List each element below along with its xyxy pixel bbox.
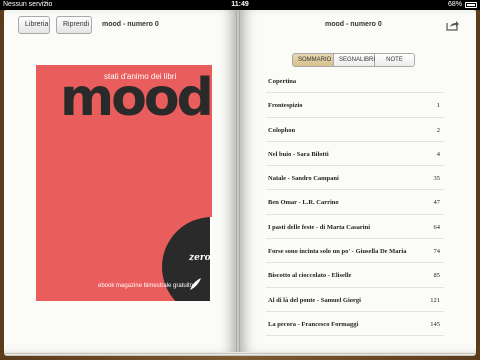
toc-item[interactable]: Nel buio - Sara Bilotti 4	[266, 142, 444, 167]
book-gutter	[236, 10, 240, 352]
toc-item[interactable]: Ben Omar - L.R. Carrino 47	[266, 190, 444, 215]
toc-tab-bar: SOMMARIO SEGNALIBRI NOTE	[292, 53, 415, 67]
toc-item-title: Colophon	[268, 126, 296, 134]
toc-item-title: Biscotto al cioccolato - Eliselle	[268, 272, 352, 280]
toc-item-page: 85	[433, 272, 441, 280]
toc-item-title: Al di là del ponte - Samuel Giorgi	[268, 296, 361, 304]
share-icon[interactable]	[446, 19, 460, 31]
toc-item-page: 1	[436, 102, 440, 110]
tab-note[interactable]: NOTE	[375, 54, 414, 66]
toc-item[interactable]: I pasti delle feste - di Marta Casarini 6…	[266, 215, 444, 240]
mood-logo: mood	[60, 68, 212, 121]
status-bar: Nessun servizio ◠ 11:49 68%	[0, 0, 480, 10]
toc-item[interactable]: Copertina	[266, 69, 444, 94]
toc-item[interactable]: Natale - Sandro Campani 35	[266, 166, 444, 191]
toc-item-page: 74	[433, 248, 441, 256]
edition-label: zero	[189, 253, 211, 263]
toc-item-title: Copertina	[268, 78, 297, 85]
toc-item-title: Natale - Sandro Campani	[268, 175, 339, 183]
toc-item[interactable]: Forse sono incinta solo un po' - Giusell…	[266, 239, 444, 264]
toc-item-page: 64	[433, 223, 441, 231]
toc-item[interactable]: Biscotto al cioccolato - Eliselle 85	[266, 263, 444, 288]
toc-item-page: 2	[436, 126, 440, 134]
toc-item-title: La pecora - Francesco Formaggi	[268, 320, 359, 328]
tab-segnalibri[interactable]: SEGNALIBRI	[334, 54, 375, 66]
page-title-right: mood - numero 0	[325, 21, 382, 28]
battery-percent: 68%	[447, 1, 462, 8]
page-title-left: mood - numero 0	[102, 21, 159, 28]
svg-text:mood: mood	[60, 68, 211, 121]
cover-subtitle: ebook magazine bimestrale gratuito	[98, 283, 194, 289]
toc-item[interactable]: Colophon 2	[266, 118, 444, 142]
toc-item-page: 121	[430, 296, 440, 304]
clock: 11:49	[231, 1, 249, 8]
resume-button[interactable]: Riprendi	[56, 16, 92, 34]
tab-sommario[interactable]: SOMMARIO	[293, 54, 334, 66]
magazine-cover[interactable]: stati d'animo dei libri mood zero ebook …	[36, 65, 212, 301]
table-of-contents: Copertina Frontespizio 1 Colophon 2 Nel bu…	[266, 69, 444, 337]
feather-icon	[190, 278, 201, 290]
toc-item-title: Nel buio - Sara Bilotti	[268, 150, 329, 158]
toc-overflow-fade	[266, 312, 444, 322]
toc-item[interactable]: Al di là del ponte - Samuel Giorgi 121	[266, 288, 444, 312]
toc-item-title: Forse sono incinta solo un po' - Giusell…	[268, 248, 407, 256]
toc-item-page: 47	[433, 199, 441, 207]
toc-item-title: Ben Omar - L.R. Carrino	[268, 199, 339, 207]
toc-item-page: 35	[433, 175, 441, 183]
toc-item-page: 145	[430, 320, 440, 328]
toc-item-title: Frontespizio	[268, 102, 303, 110]
toc-item[interactable]: Frontespizio 1	[266, 93, 444, 118]
toc-item-page: 4	[436, 150, 440, 158]
toc-item-title: I pasti delle feste - di Marta Casarini	[268, 223, 371, 231]
battery-icon	[465, 2, 477, 8]
library-button[interactable]: Libreria	[18, 16, 50, 34]
